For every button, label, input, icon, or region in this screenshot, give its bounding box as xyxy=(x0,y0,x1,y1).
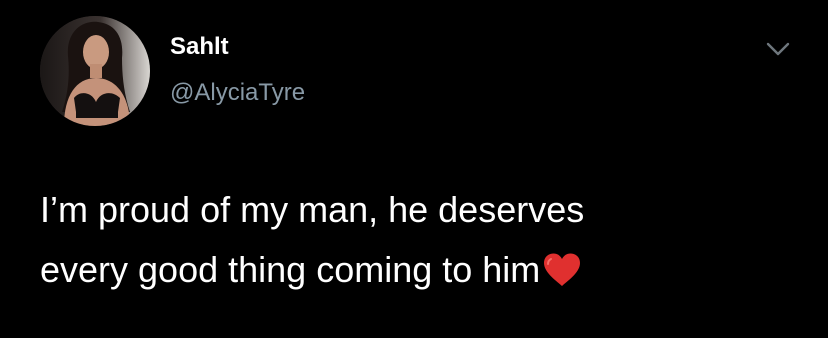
tweet-text-line: I’m proud of my man, he deserves xyxy=(40,189,585,230)
display-name[interactable]: Sahlt xyxy=(170,33,229,61)
tweet-text-segment: every good thing coming to him xyxy=(40,249,541,290)
avatar-image xyxy=(40,16,150,126)
tweet-text: I’m proud of my man, he deserves every g… xyxy=(40,180,800,300)
tweet-text-line: every good thing coming to him xyxy=(40,240,800,300)
tweet-card: Sahlt @AlyciaTyre I’m proud of my man, h… xyxy=(0,0,828,338)
chevron-down-icon[interactable] xyxy=(764,38,792,60)
avatar[interactable] xyxy=(40,16,150,126)
red-heart-icon xyxy=(542,252,582,288)
user-handle[interactable]: @AlyciaTyre xyxy=(170,79,305,107)
